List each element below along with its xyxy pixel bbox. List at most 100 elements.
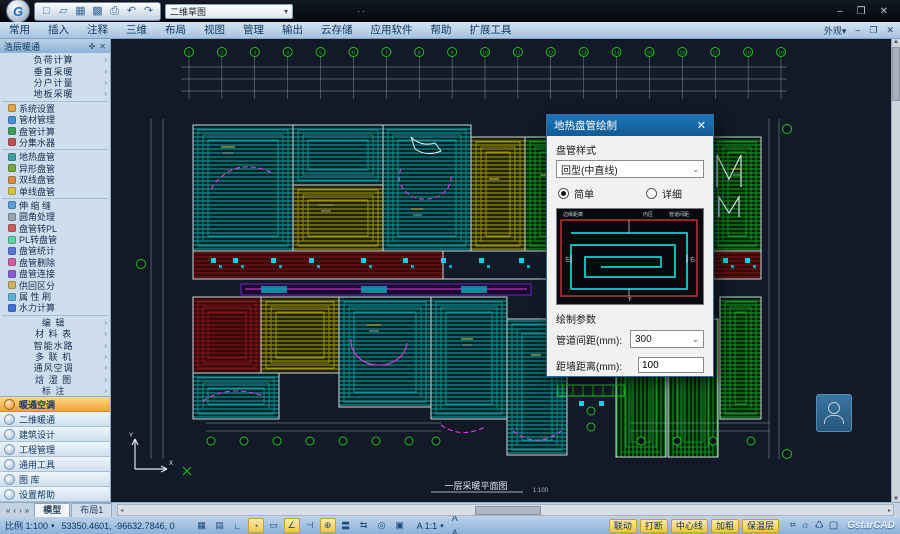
vertical-scroll-thumb[interactable] (892, 47, 900, 101)
top-axis-bubbles: 12345678910111213141516171819 (185, 48, 786, 100)
tab-布局1[interactable]: 布局1 (71, 503, 112, 517)
project-manage-icon (4, 444, 15, 455)
sidebar-nav-item[interactable]: 工程管理 (0, 442, 110, 457)
print-icon[interactable]: ⎙ (108, 6, 121, 17)
menu-tab-2[interactable]: 注释 (78, 22, 117, 38)
radio-detailed[interactable]: 详细 (646, 186, 682, 201)
status-right-icon-0[interactable]: ⌗ (790, 520, 796, 531)
menu-tab-4[interactable]: 布局 (156, 22, 195, 38)
pin-icon[interactable]: ✜ (89, 42, 96, 51)
manifold-symbol (558, 385, 624, 431)
scroll-left-icon[interactable]: ◂ (120, 507, 123, 514)
menu-tab-3[interactable]: 三维 (117, 22, 156, 38)
radio-simple[interactable]: 简单 (558, 186, 594, 201)
status-toggle-2[interactable]: ∟ (230, 518, 246, 533)
menu-tab-8[interactable]: 云存储 (312, 22, 362, 38)
hvac-toggle-2[interactable]: 中心线 (671, 519, 708, 533)
scroll-up-icon[interactable]: ▲ (893, 39, 899, 45)
doc-restore-button[interactable]: ❐ (869, 25, 877, 36)
scale-control[interactable]: 比例 1:100 ▾ (5, 519, 55, 532)
menu-tab-10[interactable]: 帮助 (422, 22, 461, 38)
status-right-icon-1[interactable]: ☼ (801, 520, 810, 531)
status-toggle-3[interactable]: ◔ (248, 518, 264, 533)
status-toggle-9[interactable]: ⇆ (356, 518, 372, 533)
menu-tab-6[interactable]: 管理 (234, 22, 273, 38)
dialog-titlebar[interactable]: 地热盘管绘制 ✕ (547, 115, 713, 136)
dialog-close-icon[interactable]: ✕ (697, 119, 706, 132)
status-toggle-7[interactable]: ⊕ (320, 518, 336, 533)
menu-tab-11[interactable]: 扩展工具 (461, 22, 521, 38)
tab-nav-icon[interactable]: » (25, 506, 29, 515)
svg-text:14: 14 (614, 51, 620, 57)
sidebar-item[interactable]: 地板采暖› (0, 88, 110, 99)
horizontal-scrollbar[interactable]: ◂ ▸ (117, 504, 894, 516)
minimize-button[interactable]: – (837, 6, 843, 17)
wall-distance-label: 距墙距离(mm): (556, 358, 622, 373)
coil-style-select[interactable]: 回型(中直线) ⌄ (556, 160, 704, 178)
redo-icon[interactable]: ↷ (142, 6, 155, 17)
scroll-down-icon[interactable]: ▼ (893, 496, 899, 502)
app-logo-icon[interactable]: G (6, 0, 30, 23)
hvac-toggle-3[interactable]: 加粗 (711, 519, 739, 533)
tab-nav-icon[interactable]: « (6, 506, 10, 515)
status-toggle-10[interactable]: ◎ (374, 518, 390, 533)
menu-tab-9[interactable]: 应用软件 (362, 22, 422, 38)
sidebar-nav-item[interactable]: 暖通空调 (0, 397, 110, 412)
tab-模型[interactable]: 模型 (34, 503, 70, 517)
coil-style-label: 盘管样式 (556, 142, 704, 157)
drawing-area[interactable]: 12345678910111213141516171819 (111, 39, 900, 502)
status-toggle-6[interactable]: ⊣ (302, 518, 318, 533)
status-toggle-icons: ▦▤∟◔▭∠⊣⊕〓⇆◎▣ (194, 518, 408, 533)
sidebar-item[interactable]: 水力计算 (0, 302, 110, 313)
pipe-spacing-select[interactable]: 300 ⌄ (630, 330, 704, 348)
sidebar-nav-item[interactable]: 建筑设计 (0, 427, 110, 442)
hvac-toggle-0[interactable]: 联动 (609, 519, 637, 533)
close-button[interactable]: ✕ (880, 6, 888, 17)
open-file-icon[interactable]: ▱ (57, 6, 70, 17)
sidebar-item[interactable]: 标 注› (0, 385, 110, 396)
tab-nav-icon[interactable]: ‹ (13, 506, 16, 515)
doc-close-button[interactable]: ✕ (886, 25, 894, 36)
menu-tab-7[interactable]: 输出 (273, 22, 312, 38)
annotation-icon[interactable]: A (447, 526, 463, 534)
status-toggle-0[interactable]: ▦ (194, 518, 210, 533)
dialog-title: 地热盘管绘制 (554, 118, 617, 133)
scroll-right-icon[interactable]: ▸ (888, 507, 891, 514)
horizontal-scroll-thumb[interactable] (475, 506, 541, 515)
status-toggle-4[interactable]: ▭ (266, 518, 282, 533)
menu-tab-5[interactable]: 视图 (195, 22, 234, 38)
sidebar-nav-item[interactable]: 设置帮助 (0, 487, 110, 502)
wall-distance-input[interactable] (638, 357, 704, 373)
palette-close-icon[interactable]: ✕ (99, 42, 106, 51)
sidebar-item[interactable]: 单线盘管 (0, 185, 110, 196)
hvac-toggle-4[interactable]: 保温层 (742, 519, 779, 533)
appearance-menu[interactable]: 外观▾ (824, 24, 847, 37)
sidebar-nav-item[interactable]: 图 库 (0, 472, 110, 487)
vertical-scrollbar[interactable]: ▲ ▼ (891, 39, 900, 502)
status-right-icon-3[interactable]: ▢ (829, 520, 838, 531)
hvac-toggle-1[interactable]: 打断 (640, 519, 668, 533)
customer-support-icon[interactable] (816, 394, 852, 432)
menu-tab-1[interactable]: 插入 (39, 22, 78, 38)
status-toggle-5[interactable]: ∠ (284, 518, 300, 533)
undo-icon[interactable]: ↶ (125, 6, 138, 17)
workspace-select[interactable]: 二维草图 ▾ (165, 4, 293, 19)
status-toggle-8[interactable]: 〓 (338, 518, 354, 533)
status-toggle-11[interactable]: ▣ (392, 518, 408, 533)
status-toggle-1[interactable]: ▤ (212, 518, 228, 533)
layout-tab-bar: «‹›» 模型布局1 ◂ ▸ (0, 502, 900, 517)
submenu-arrow-icon: › (104, 89, 107, 98)
top-dimension-lines (181, 67, 787, 91)
maximize-button[interactable]: ❐ (857, 6, 866, 17)
save-icon[interactable]: ▦ (74, 6, 87, 17)
tab-nav-icon[interactable]: › (19, 506, 22, 515)
save-as-icon[interactable]: ▩ (91, 6, 104, 17)
sidebar-item[interactable]: 分集水器 (0, 137, 110, 148)
doc-minimize-button[interactable]: – (855, 25, 860, 35)
new-file-icon[interactable]: □ (40, 6, 53, 17)
coil-stats-icon (8, 247, 16, 255)
status-right-icon-2[interactable]: ♺ (815, 520, 824, 531)
sidebar-nav-item[interactable]: 二维暖通 (0, 412, 110, 427)
sidebar-nav-item[interactable]: 通用工具 (0, 457, 110, 472)
menu-tab-0[interactable]: 常用 (0, 22, 39, 38)
